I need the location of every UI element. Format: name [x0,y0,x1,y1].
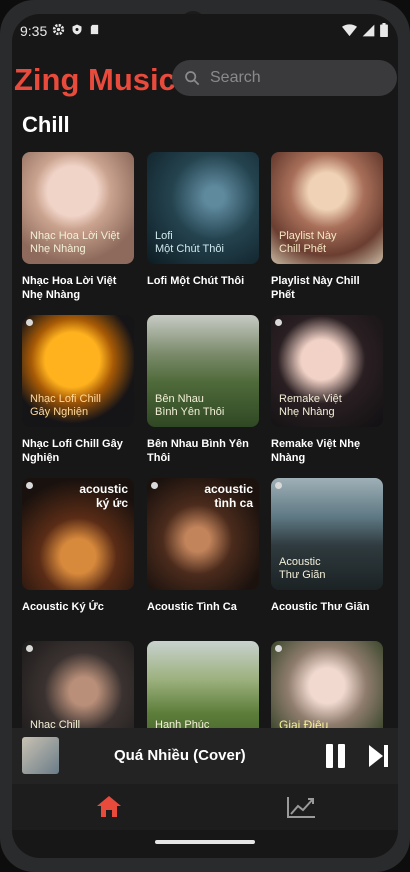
home-indicator[interactable] [155,840,255,844]
app-header: Zing Music [12,58,398,108]
cell-signal-icon [362,24,375,36]
playlist-cover[interactable]: Acoustic Thư Giãn [271,478,383,590]
playlist-card[interactable]: Remake Việt Nhẹ Nhàng Remake Việt Nhẹ Nh… [271,315,383,465]
mini-player[interactable]: Quá Nhiều (Cover) [12,728,398,784]
badge-dot [275,482,282,489]
playlist-cover[interactable]: Nhạc Lofi Chill Gây Nghiện [22,315,134,427]
playlist-title: Remake Việt Nhẹ Nhàng [271,438,361,464]
playlist-card[interactable]: Playlist Này Chill Phết Playlist Này Chi… [271,152,383,302]
playlist-cover[interactable]: Playlist Này Chill Phết [271,152,383,264]
status-system-icons [342,23,388,37]
playlist-cover[interactable]: Nhạc Hoa Lời Việt Nhẹ Nhàng [22,152,134,264]
playlist-cover[interactable]: Bên Nhau Bình Yên Thôi [147,315,259,427]
badge-dot [151,482,158,489]
pause-icon-bar [338,744,345,768]
status-notification-icons [52,23,100,36]
cover-caption: Playlist Này Chill Phết [279,230,337,255]
sd-card-icon [90,24,99,35]
badge-dot [26,482,33,489]
playlist-cover[interactable]: acoustic ký ức [22,478,134,590]
playlist-card[interactable]: Acoustic Thư Giãn Acoustic Thư Giãn [271,478,383,614]
settings-icon [52,23,65,36]
cover-caption: Nhạc Lofi Chill Gây Nghiện [30,393,101,418]
cover-caption: Bên Nhau Bình Yên Thôi [155,393,225,418]
shield-icon [72,24,82,35]
playlist-card[interactable]: acoustic ký ức Acoustic Ký Ức [22,478,134,614]
playlist-card[interactable]: Bên Nhau Bình Yên Thôi Bên Nhau Bình Yên… [147,315,259,465]
cover-caption: acoustic tình ca [204,482,253,510]
home-icon [97,796,121,817]
trending-chart-icon [287,797,315,818]
skip-next-icon [369,745,388,767]
cover-caption: Lofi Một Chút Thôi [155,230,224,255]
badge-dot [275,319,282,326]
next-button[interactable] [368,744,390,768]
playlist-title: Acoustic Ký Ức [22,601,104,613]
playlist-card[interactable]: acoustic tình ca Acoustic Tình Ca [147,478,259,614]
now-playing-title[interactable]: Quá Nhiều (Cover) [114,747,246,764]
battery-icon [380,23,388,37]
nav-chart-button[interactable] [286,795,316,819]
badge-dot [26,645,33,652]
cover-caption: acoustic ký ức [79,482,128,510]
status-time: 9:35 [20,23,48,39]
playlist-cover[interactable]: acoustic tình ca [147,478,259,590]
playlist-title: Acoustic Tình Ca [147,601,237,613]
cover-caption: Acoustic Thư Giãn [279,556,326,581]
search-input[interactable] [208,68,372,88]
playlist-title: Acoustic Thư Giãn [271,601,370,613]
playlist-title: Playlist Này Chill Phết [271,275,360,301]
pause-button[interactable] [325,744,347,768]
playlist-cover[interactable]: Lofi Một Chút Thôi [147,152,259,264]
bottom-navigation [12,784,398,830]
status-bar: 9:35 [12,14,398,46]
playlist-title: Lofi Một Chút Thôi [147,275,245,287]
pause-icon [326,744,333,768]
device-frame: 9:35 Zing Music Chill Nhạc [0,0,410,872]
nav-home-button[interactable] [96,794,122,818]
wifi-icon [342,23,357,36]
cover-caption: Nhạc Hoa Lời Việt Nhẹ Nhàng [30,230,120,255]
playlist-title: Nhạc Lofi Chill Gây Nghiện [22,438,123,464]
cover-caption: Remake Việt Nhẹ Nhàng [279,393,342,418]
badge-dot [26,319,33,326]
app-title: Zing Music [14,62,176,97]
app-screen: 9:35 Zing Music Chill Nhạc [12,14,398,858]
now-playing-artwork[interactable] [22,737,59,774]
playlist-card[interactable]: Nhạc Lofi Chill Gây Nghiện Nhạc Lofi Chi… [22,315,134,465]
badge-dot [275,645,282,652]
playlist-title: Nhạc Hoa Lời Việt Nhẹ Nhàng [22,275,117,301]
playlist-card[interactable]: Nhạc Hoa Lời Việt Nhẹ Nhàng Nhạc Hoa Lời… [22,152,134,302]
playlist-cover[interactable]: Remake Việt Nhẹ Nhàng [271,315,383,427]
playlist-card[interactable]: Lofi Một Chút Thôi Lofi Một Chút Thôi [147,152,259,288]
search-bar[interactable] [172,60,397,96]
playlist-title: Bên Nhau Bình Yên Thôi [147,438,249,464]
search-icon [185,71,200,86]
section-title: Chill [22,112,70,137]
